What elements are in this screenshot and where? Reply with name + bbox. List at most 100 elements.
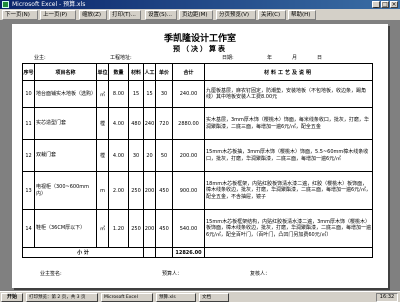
cell-quantity: 4.00 bbox=[108, 139, 129, 172]
subtotal-label: 小 计 bbox=[22, 247, 144, 258]
minimize-button[interactable]: _ bbox=[372, 1, 380, 8]
close-preview-button[interactable]: 关闭(C) bbox=[258, 10, 286, 20]
cell-total: 900.00 bbox=[172, 171, 205, 210]
cell-unit: 樘 bbox=[96, 107, 109, 140]
cell-quantity: 4.00 bbox=[108, 107, 129, 140]
cell-unit-price: 720 bbox=[155, 107, 173, 140]
cell-total: 2880.00 bbox=[172, 107, 205, 140]
task-budget-file[interactable]: 预算.xls bbox=[156, 293, 196, 302]
subtotal-row: 小 计 12826.00 bbox=[22, 247, 373, 258]
subtotal-value: 12826.00 bbox=[172, 247, 205, 258]
cell-unit-price: 50 bbox=[155, 139, 173, 172]
cell-no: 13 bbox=[22, 171, 35, 210]
cell-material: 250 bbox=[128, 171, 144, 210]
cell-labor: 20 bbox=[143, 139, 156, 172]
cell-no: 10 bbox=[22, 80, 35, 108]
cell-item-name: 双裁门套 bbox=[34, 139, 97, 172]
table-row: 11 实芯造型门套 樘 4.00 480 240 720 2880.00 实木基… bbox=[22, 107, 373, 140]
cell-description: 18mm木芯板框架，内贴红胶板饰清水漆二遍，红胶（樱桃木）板饰面，樟木线条收边，… bbox=[204, 171, 373, 210]
page-break-preview-button[interactable]: 分页预览(V) bbox=[216, 10, 256, 20]
cell-unit: m bbox=[96, 171, 109, 210]
page-title: 季凯隆设计工作室 bbox=[163, 34, 236, 44]
cell-quantity: 1.20 bbox=[108, 209, 129, 248]
cell-material: 250 bbox=[128, 209, 144, 248]
cell-material: 15 bbox=[128, 80, 144, 108]
header-total: 合计 bbox=[172, 63, 205, 81]
table-row: 12 双裁门套 樘 4.00 30 20 50 200.00 15mm木芯板抽，… bbox=[22, 139, 373, 172]
header-quantity: 数量 bbox=[108, 63, 129, 81]
subtotal-empty-cell bbox=[204, 247, 373, 258]
customer-signature-label: 业主签名: bbox=[40, 271, 62, 277]
table-row: 10 地台面铺实木地板（选购） ㎡ 8.00 15 15 30 240.00 九… bbox=[22, 80, 373, 108]
cell-unit-price: 30 bbox=[155, 80, 173, 108]
date-day: 日 bbox=[317, 55, 323, 61]
cell-total: 540.00 bbox=[172, 209, 205, 248]
table-row: 14 鞋柜（36CM厚以下） ㎡ 1.20 250 200 450 540.00… bbox=[22, 209, 373, 248]
print-preview-page: 季凯隆设计工作室 预（决）算表 业主: 工程地址: 日期: 年 月 日 序号 项… bbox=[12, 24, 388, 288]
cell-unit-price: 450 bbox=[155, 171, 173, 210]
cell-total: 200.00 bbox=[172, 139, 205, 172]
cell-description: 实木基层，3mm厚木饰（樱桃木）饰面，每米线条收口，批灰，打磨，华润聚酯漆，二底… bbox=[204, 107, 373, 140]
customer-label: 业主: bbox=[34, 55, 46, 61]
header-material: 材料 bbox=[128, 63, 144, 81]
cell-labor: 15 bbox=[143, 80, 156, 108]
header-unit: 单位 bbox=[96, 63, 109, 81]
close-button[interactable]: × bbox=[390, 1, 398, 8]
cell-labor: 200 bbox=[143, 171, 156, 210]
cell-no: 14 bbox=[22, 209, 35, 248]
header-unit-price: 单价 bbox=[155, 63, 173, 81]
page-subtitle: 预（决）算表 bbox=[173, 44, 227, 53]
preview-toolbar: 下一页(N) 上一页(P) 缩放(Z) 打印(T)... 设置(S)... 页边… bbox=[0, 9, 400, 21]
task-document[interactable]: 文档 bbox=[199, 293, 229, 302]
header-item-name: 项目名称 bbox=[34, 63, 97, 81]
cell-labor: 240 bbox=[143, 107, 156, 140]
table-row: 13 电视柜（300~600mm内） m 2.00 250 200 450 90… bbox=[22, 171, 373, 210]
budget-table: 序号 项目名称 单位 数量 材料 人工 单价 合计 材料工艺及说明 10 地台面… bbox=[22, 63, 373, 258]
taskbar: 开始 打印预览：第 2 页，共 3 页 Microsoft Excel 预算.x… bbox=[0, 291, 400, 302]
cell-quantity: 8.00 bbox=[108, 80, 129, 108]
cell-labor: 200 bbox=[143, 209, 156, 248]
previous-page-button[interactable]: 上一页(P) bbox=[40, 10, 76, 20]
margins-button[interactable]: 页边距(M) bbox=[179, 10, 213, 20]
header-labor: 人工 bbox=[143, 63, 156, 81]
header-process-description: 材料工艺及说明 bbox=[204, 63, 373, 81]
start-button[interactable]: 开始 bbox=[1, 293, 23, 302]
cell-quantity: 2.00 bbox=[108, 171, 129, 210]
cell-no: 12 bbox=[22, 139, 35, 172]
maximize-button[interactable]: □ bbox=[381, 1, 389, 8]
cell-item-name: 实芯造型门套 bbox=[34, 107, 97, 140]
cell-item-name: 鞋柜（36CM厚以下） bbox=[34, 209, 97, 248]
cell-description: 15mm木芯板抽，3mm厚木饰（樱桃木）饰面，5.5~60mm樟木线条收口，批灰… bbox=[204, 139, 373, 172]
window-title: Microsoft Excel - 预算.xls bbox=[12, 1, 86, 8]
cell-no: 11 bbox=[22, 107, 35, 140]
cell-material: 30 bbox=[128, 139, 144, 172]
cell-item-name: 电视柜（300~600mm内） bbox=[34, 171, 97, 210]
reviewer-label: 复核人： bbox=[250, 271, 271, 277]
cell-description: 15mm木芯板框架结构，内贴红胶板清水漆二遍，3mm厚木饰（樱桃木）板饰面，樟木… bbox=[204, 209, 373, 248]
date-label: 日期: bbox=[222, 55, 234, 61]
cell-unit-price: 450 bbox=[155, 209, 173, 248]
estimator-label: 预算人： bbox=[162, 271, 183, 277]
cell-description: 九厘板基层，麻农钉固定，防潮垫，安装地板（不包地板，收边条，踢角线）其中地板安装… bbox=[204, 80, 373, 108]
date-year: 年 bbox=[267, 55, 273, 61]
clock: 16:32 bbox=[376, 293, 398, 302]
excel-icon bbox=[2, 1, 9, 8]
zoom-button[interactable]: 缩放(Z) bbox=[79, 10, 107, 20]
window-titlebar: Microsoft Excel - 预算.xls _ □ × bbox=[0, 0, 400, 9]
cell-material: 480 bbox=[128, 107, 144, 140]
subtotal-empty-cell bbox=[143, 247, 156, 258]
table-header-row: 序号 项目名称 单位 数量 材料 人工 单价 合计 材料工艺及说明 bbox=[22, 63, 373, 81]
cell-unit: 樘 bbox=[96, 139, 109, 172]
cell-unit: ㎡ bbox=[96, 209, 109, 248]
cell-total: 240.00 bbox=[172, 80, 205, 108]
help-button[interactable]: 帮助(H) bbox=[288, 10, 316, 20]
subtotal-empty-cell bbox=[155, 247, 173, 258]
setup-button[interactable]: 设置(S)... bbox=[145, 10, 177, 20]
task-excel[interactable]: Microsoft Excel bbox=[101, 293, 153, 302]
next-page-button[interactable]: 下一页(N) bbox=[2, 10, 38, 20]
cell-item-name: 地台面铺实木地板（选购） bbox=[34, 80, 97, 108]
print-button[interactable]: 打印(T)... bbox=[109, 10, 141, 20]
cell-unit: ㎡ bbox=[96, 80, 109, 108]
date-month: 月 bbox=[292, 55, 298, 61]
header-no: 序号 bbox=[22, 63, 35, 81]
